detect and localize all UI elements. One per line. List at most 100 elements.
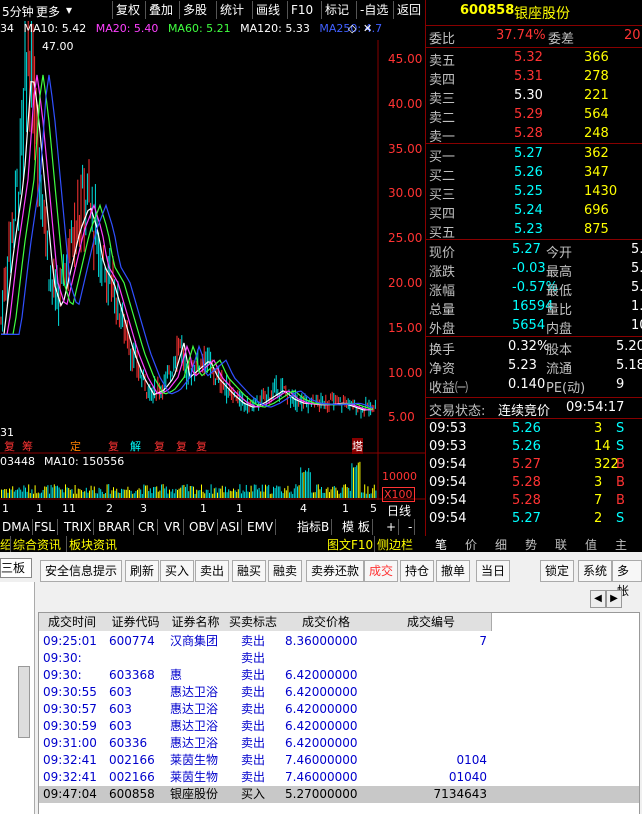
volume-bar [220, 488, 222, 498]
right-arrow-icon[interactable]: ▶ [606, 590, 622, 608]
quote-cell: 1. [631, 299, 642, 314]
table-header[interactable]: 证券名称 [166, 613, 226, 631]
tab-trix[interactable]: TRIX [62, 519, 95, 535]
kline-chart-panel[interactable]: 5分钟 更多 ▾ 复权 叠加 多股 统计 画线 F10 标记 -自选 返回 34… [0, 0, 425, 536]
toolbar-button[interactable]: 当日 [476, 560, 511, 582]
tab-template[interactable]: 模 板 [340, 519, 373, 535]
volume-bar [330, 489, 332, 498]
draw-line-button[interactable]: 画线 [252, 1, 283, 19]
add-favorite-button[interactable]: -自选 [356, 1, 391, 19]
side-tab[interactable]: 主 [615, 536, 627, 553]
toolbar-button[interactable]: 多帐 [612, 560, 642, 598]
toolbar-button[interactable]: 融卖 [268, 560, 303, 582]
event-marker[interactable]: 复 [4, 438, 15, 454]
toolbar-button[interactable]: 系统 [578, 560, 613, 582]
multi-stock-button[interactable]: 多股 [179, 1, 210, 19]
table-row[interactable]: 09:30:55 603 惠达卫浴 卖出 6.42000000 [39, 684, 639, 701]
stats-button[interactable]: 统计 [216, 1, 247, 19]
toolbar-button[interactable]: 持仓 [400, 560, 435, 582]
event-marker[interactable]: 复 [196, 438, 207, 454]
table-row[interactable]: 09:30:57 603 惠达卫浴 卖出 6.42000000 [39, 701, 639, 718]
ma-diamond-icon[interactable]: ◇ [348, 22, 356, 35]
tab-brar[interactable]: BRAR [96, 519, 134, 535]
tab-obv[interactable]: OBV [187, 519, 218, 535]
event-marker[interactable]: 塔 [352, 438, 363, 454]
volume-bar [135, 490, 137, 498]
volume-bar [61, 489, 63, 498]
tab-dma[interactable]: DMA [0, 519, 33, 535]
volume-bar [77, 488, 79, 498]
side-tab[interactable]: 值 [585, 536, 597, 553]
quote-cell: S [616, 421, 625, 436]
table-row[interactable]: 09:30:59 603 惠达卫浴 卖出 6.42000000 [39, 718, 639, 735]
table-row[interactable]: 09:32:41 002166 莱茵生物 卖出 7.46000000 01040 [39, 769, 639, 786]
toolbar-button[interactable]: 卖出 [195, 560, 230, 582]
toolbar-button[interactable]: 安全信息提示 [40, 560, 123, 582]
event-marker[interactable]: 定 [70, 438, 81, 454]
tab-vr[interactable]: VR [162, 519, 184, 535]
toolbar-button[interactable]: 锁定 [540, 560, 575, 582]
tab-fsl[interactable]: FSL [32, 519, 58, 535]
fuquan-button[interactable]: 复权 [112, 1, 143, 19]
table-row[interactable]: 09:30: 卖出 [39, 650, 639, 667]
zoom-out-button[interactable]: - [406, 519, 416, 535]
table-cell: 惠达卫浴 [170, 702, 219, 716]
mark-button[interactable]: 标记 [321, 1, 352, 19]
table-cell: 6.42000000 [285, 736, 358, 750]
f10-button[interactable]: F10 [287, 1, 316, 19]
event-marker[interactable]: 复 [154, 438, 165, 454]
side-tab[interactable]: 笔 [435, 536, 447, 553]
quote-cell: 股本 [546, 343, 573, 358]
volume-bar [333, 486, 335, 498]
sidebar-tab[interactable]: 侧边栏 [374, 536, 413, 553]
quote-cell: 今开 [546, 246, 573, 261]
side-tab[interactable]: 势 [525, 536, 537, 553]
tab-asi[interactable]: ASI [218, 519, 243, 535]
table-header[interactable]: 成交价格 [281, 613, 372, 631]
day-line-button[interactable]: 日线 [387, 502, 411, 519]
left-scrollbar[interactable] [18, 666, 30, 738]
tab-cr[interactable]: CR [136, 519, 158, 535]
volume-bar [4, 489, 6, 498]
left-arrow-icon[interactable]: ◀ [590, 590, 606, 608]
event-marker[interactable]: 复 [176, 438, 187, 454]
event-marker[interactable]: 解 [130, 438, 141, 454]
tab-indicator-b[interactable]: 指标B [295, 519, 333, 535]
table-row[interactable]: 09:31:00 60336 惠达卫浴 卖出 6.42000000 [39, 735, 639, 752]
table-header[interactable]: 成交编号 [371, 613, 492, 631]
period-label[interactable]: 5分钟 [2, 3, 34, 20]
close-icon[interactable]: ✕ [363, 22, 372, 35]
volume-bar [337, 490, 338, 498]
back-button[interactable]: 返回 [393, 1, 424, 19]
table-row[interactable]: 09:25:01 600774 汉商集团 卖出 8.36000000 7 [39, 633, 639, 650]
side-tab[interactable]: 细 [495, 536, 507, 553]
quote-cell: 卖三 [429, 92, 456, 107]
table-row[interactable]: 09:30: 603368 惠 卖出 6.42000000 [39, 667, 639, 684]
side-tab[interactable]: 价 [465, 536, 477, 553]
event-marker[interactable]: 筹 [22, 438, 33, 454]
table-header[interactable]: 买卖标志 [225, 613, 282, 631]
toolbar-button[interactable]: 撤单 [436, 560, 471, 582]
table-row[interactable]: 09:47:04 600858 银座股份 买入 5.27000000 7134643 [39, 786, 639, 803]
volume-unit-label: X100 [382, 487, 415, 502]
side-label[interactable]: 三板 [0, 558, 32, 578]
toolbar-button[interactable]: 成交 [364, 560, 399, 582]
table-cell: 8.36000000 [285, 634, 358, 648]
side-tab[interactable]: 联 [555, 536, 567, 553]
more-button[interactable]: 更多 [36, 3, 60, 20]
table-header[interactable]: 成交时间 [39, 613, 106, 631]
table-header[interactable]: 证券代码 [105, 613, 167, 631]
quote-cell: 5. [631, 242, 642, 257]
zoom-in-button[interactable]: + [384, 519, 400, 535]
toolbar-button[interactable]: 融买 [232, 560, 267, 582]
overlay-button[interactable]: 叠加 [145, 1, 176, 19]
tab-emv[interactable]: EMV [245, 519, 277, 535]
graphic-f10-tab[interactable]: 图文F10 [327, 536, 373, 553]
table-row[interactable]: 09:32:41 002166 莱茵生物 卖出 7.46000000 0104 [39, 752, 639, 769]
comprehensive-news-tab[interactable]: 综合资讯 [10, 536, 61, 553]
toolbar-button[interactable]: 刷新 [125, 560, 160, 582]
sector-news-tab[interactable]: 板块资讯 [66, 536, 117, 553]
event-marker[interactable]: 复 [108, 438, 119, 454]
toolbar-button[interactable]: 卖券还款 [306, 560, 365, 582]
toolbar-button[interactable]: 买入 [160, 560, 195, 582]
